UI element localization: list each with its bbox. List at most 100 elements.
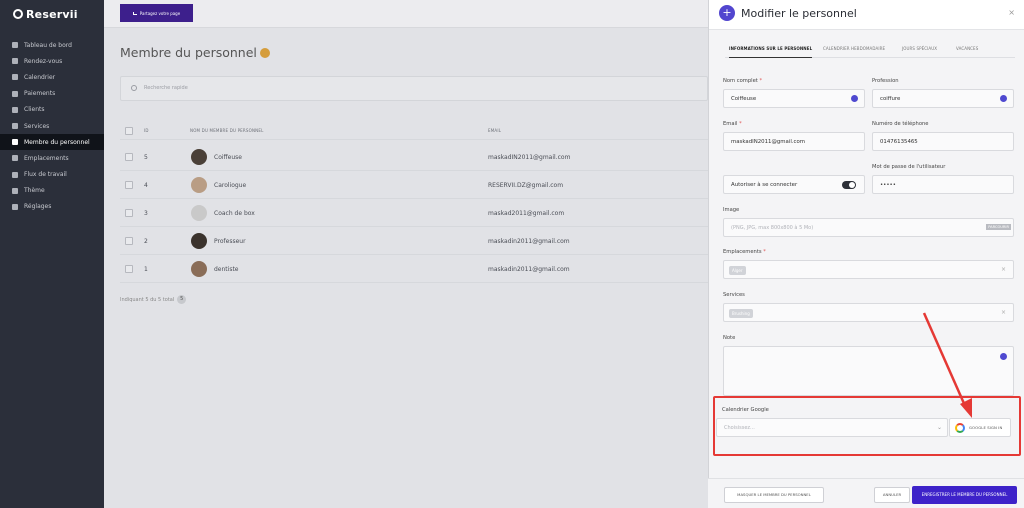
table-row[interactable]: 1 dentiste maskadin2011@gmail.com — [120, 255, 708, 283]
sidebar-item-label: Membre du personnel — [24, 138, 90, 146]
clear-services-icon[interactable]: × — [1001, 309, 1006, 316]
row-email: maskadin2011@gmail.com — [488, 266, 570, 273]
close-icon[interactable]: × — [1008, 8, 1015, 17]
row-email: maskad2011@gmail.com — [488, 210, 565, 217]
dashboard-icon — [12, 42, 18, 49]
location-tag: Alger — [729, 266, 746, 275]
row-checkbox[interactable] — [125, 181, 133, 189]
sidebar-item-locations[interactable]: Emplacements — [0, 150, 104, 166]
row-name: Professeur — [214, 238, 246, 245]
sidebar-item-calendar[interactable]: Calendrier — [0, 69, 104, 85]
sidebar-item-label: Paiements — [24, 90, 56, 98]
app-root: Reservii Tableau de bord Rendez-vous Cal… — [0, 0, 1024, 508]
tab-special-days[interactable]: JOURS SPÉCIAUX — [902, 46, 937, 58]
locations-select[interactable]: Alger × — [723, 260, 1014, 279]
password-value: ••••• — [880, 182, 896, 188]
payments-icon — [12, 90, 18, 97]
profession-field[interactable]: coiffure — [872, 89, 1014, 108]
row-checkbox[interactable] — [125, 153, 133, 161]
browse-button[interactable]: PARCOURIR — [986, 224, 1011, 230]
email-label: Email * — [723, 121, 742, 127]
services-label: Services — [723, 292, 745, 298]
note-textarea[interactable] — [723, 346, 1014, 396]
services-icon — [12, 123, 18, 130]
clients-icon — [12, 106, 18, 113]
allow-login-label: Autoriser à se connecter — [731, 182, 798, 188]
allow-login-toggle-row[interactable]: Autoriser à se connecter — [723, 175, 865, 194]
sidebar-item-label: Services — [24, 122, 50, 130]
profession-label: Profession — [872, 78, 899, 84]
row-checkbox[interactable] — [125, 237, 133, 245]
sidebar-item-settings[interactable]: Réglages — [0, 199, 104, 215]
globe-icon[interactable] — [851, 95, 858, 102]
cancel-button[interactable]: ANNULER — [874, 487, 910, 503]
row-name: dentiste — [214, 266, 239, 273]
row-checkbox[interactable] — [125, 209, 133, 217]
row-name: Coach de box — [214, 210, 255, 217]
password-field[interactable]: ••••• — [872, 175, 1014, 194]
search-input[interactable]: Recherche rapide — [120, 76, 708, 101]
tab-info[interactable]: INFORMATIONS SUR LE PERSONNEL — [729, 46, 813, 58]
select-all-checkbox[interactable] — [125, 127, 133, 135]
brand-logo[interactable]: Reservii — [13, 7, 78, 21]
sidebar-item-workflow[interactable]: Flux de travail — [0, 167, 104, 183]
phone-label: Numéro de téléphone — [872, 121, 929, 127]
sidebar-item-staff[interactable]: Membre du personnel — [0, 134, 104, 151]
table-row[interactable]: 4 Caroliogue RESERVII.DZ@gmail.com — [120, 171, 708, 199]
save-staff-button[interactable]: ENREGISTRER LE MEMBRE DU PERSONNEL — [912, 486, 1017, 504]
sidebar-item-label: Tableau de bord — [24, 41, 72, 49]
sidebar-item-clients[interactable]: Clients — [0, 102, 104, 118]
row-name: Caroliogue — [214, 182, 247, 189]
row-checkbox[interactable] — [125, 265, 133, 273]
share-page-label: Partagez votre page — [139, 10, 181, 16]
avatar — [191, 233, 207, 249]
hide-staff-button[interactable]: MASQUER LE MEMBRE DU PERSONNEL — [724, 487, 824, 503]
email-label-text: Email — [723, 121, 738, 127]
tab-weekly-calendar[interactable]: CALENDRIER HEBDOMADAIRE — [823, 46, 885, 58]
row-email: RESERVII.DZ@gmail.com — [488, 182, 564, 189]
avatar — [191, 261, 207, 277]
sidebar-item-label: Calendrier — [24, 73, 56, 81]
service-tag: Brushing — [729, 309, 753, 318]
row-id: 5 — [144, 154, 148, 161]
sidebar-item-appointments[interactable]: Rendez-vous — [0, 53, 104, 69]
password-label: Mot de passe de l'utilisateur — [872, 164, 946, 170]
logo-icon — [13, 9, 23, 19]
column-header-id[interactable]: ID — [144, 128, 149, 133]
emoji-icon — [259, 47, 270, 58]
sidebar-item-services[interactable]: Services — [0, 118, 104, 134]
table-row[interactable]: 2 Professeur maskadin2011@gmail.com — [120, 227, 708, 255]
clear-locations-icon[interactable]: × — [1001, 266, 1006, 273]
phone-value: 0147613546​5 — [880, 139, 918, 145]
email-field[interactable]: maskadIN2011@gmail.com — [723, 132, 865, 151]
table-row[interactable]: 5 Coiffeuse maskadIN2011@gmail.com — [120, 143, 708, 171]
image-upload-field[interactable]: (PNG, JPG, max 800x800 à 5 Mo) PARCOURIR — [723, 218, 1014, 237]
row-name: Coiffeuse — [214, 154, 242, 161]
sidebar-item-label: Flux de travail — [24, 171, 67, 179]
panel-header: + Modifier le personnel × — [709, 0, 1024, 30]
sidebar-item-payments[interactable]: Paiements — [0, 86, 104, 102]
sidebar-item-dashboard[interactable]: Tableau de bord — [0, 37, 104, 53]
full-name-field[interactable]: Coiffeuse — [723, 89, 865, 108]
services-select[interactable]: Brushing × — [723, 303, 1014, 322]
column-header-name[interactable]: NOM DU MEMBRE DU PERSONNEL — [190, 128, 264, 133]
sidebar-item-label: Clients — [24, 106, 45, 114]
page-title: Membre du personnel — [120, 45, 270, 60]
globe-icon[interactable] — [1000, 95, 1007, 102]
table-row[interactable]: 3 Coach de box maskad2011@gmail.com — [120, 199, 708, 227]
avatar — [191, 177, 207, 193]
allow-login-toggle[interactable] — [842, 181, 856, 189]
gear-icon — [12, 203, 18, 210]
globe-icon[interactable] — [1000, 353, 1007, 360]
panel-tabs: INFORMATIONS SUR LE PERSONNEL CALENDRIER… — [725, 46, 1015, 58]
phone-field[interactable]: 0147613546​5 — [872, 132, 1014, 151]
full-name-label-text: Nom complet — [723, 78, 758, 84]
column-header-email[interactable]: EMAIL — [488, 128, 501, 133]
avatar — [191, 149, 207, 165]
brand-name: Reservii — [26, 7, 78, 21]
sidebar-item-theme[interactable]: Thème — [0, 183, 104, 199]
workflow-icon — [12, 171, 18, 178]
tab-holidays[interactable]: VACANCES — [956, 46, 978, 58]
location-icon — [12, 155, 18, 162]
share-page-button[interactable]: Partagez votre page — [120, 4, 193, 22]
